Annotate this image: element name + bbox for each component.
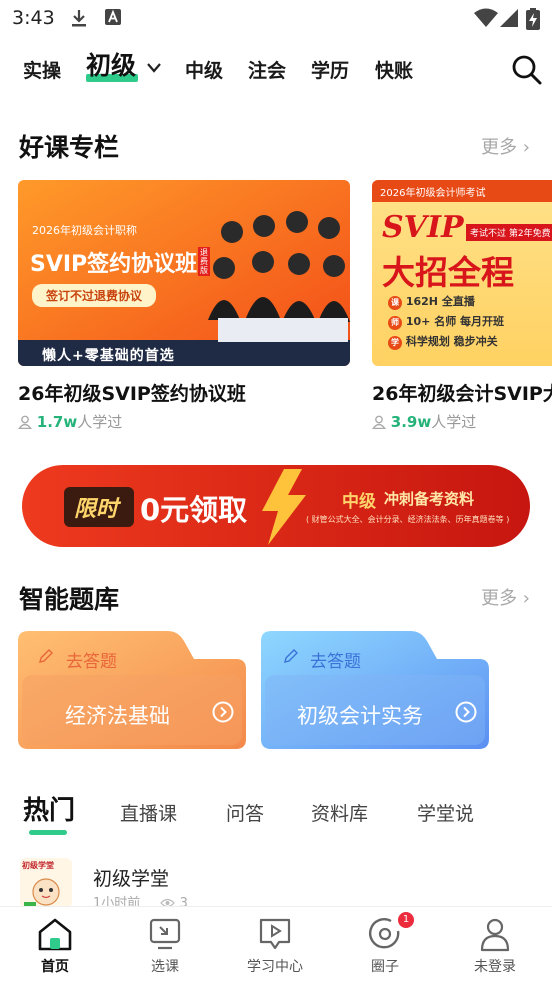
bottom-nav-circle[interactable]: 1 圈子 <box>330 907 440 983</box>
banner-feature-list: 课 162H 全直播 师 10+ 名师 每月开班 学 科学规划 稳步冲关 <box>388 292 504 352</box>
nav-item-kuaizhang[interactable]: 快账 <box>375 56 413 83</box>
course-title: 26年初级会计SVIP大招全程班 <box>372 383 552 405</box>
nav-item-zhuhui[interactable]: 注会 <box>248 56 286 83</box>
banner-headline: SVIP签约协议班 <box>30 252 198 277</box>
nav-item-zhongji[interactable]: 中级 <box>185 56 223 83</box>
pencil-icon <box>284 649 298 663</box>
course-learners: 3.9w人学过 <box>372 411 476 430</box>
pencil-icon <box>39 649 53 663</box>
tab-academy-talk[interactable]: 学堂说 <box>417 799 474 826</box>
user-icon <box>372 415 387 430</box>
banner-badge: 考试不过 第2年免费 <box>466 224 552 241</box>
banner-caption: 2026年初级会计师考试 <box>380 188 486 199</box>
search-icon[interactable] <box>511 54 543 86</box>
nav-item-xueli[interactable]: 学历 <box>311 56 349 83</box>
user-icon <box>17 415 33 430</box>
user-profile-icon <box>480 918 510 952</box>
download-icon <box>72 10 86 27</box>
promo-banner[interactable]: 限时 0元领取 中级 冲刺备考资料 ( 财管公式大全、会计分录、经济法法条、历年… <box>22 465 530 547</box>
arrow-circle-icon <box>212 701 234 723</box>
course-card[interactable]: 2026年初级会计师考试 SVIP 考试不过 第2年免费 大招全程 课 162H… <box>372 180 552 430</box>
question-bank-title: 智能题库 <box>19 585 120 614</box>
play-board-icon <box>259 918 291 950</box>
bottom-nav-study-center[interactable]: 学习中心 <box>220 907 330 983</box>
bottom-nav-label: 选课 <box>151 959 179 975</box>
status-bar: 3:43 <box>0 0 552 38</box>
wifi-icon <box>474 8 498 27</box>
quiz-card-economic-law[interactable]: 去答题 经济法基础 <box>18 631 246 749</box>
course-select-icon <box>149 918 181 950</box>
notification-badge: 1 <box>398 912 414 928</box>
top-category-nav: 实操 初级 中级 注会 学历 快账 <box>0 40 552 96</box>
promo-limited: 限时 <box>74 497 119 522</box>
bottom-nav-courses[interactable]: 选课 <box>110 907 220 983</box>
app-notification-icon <box>105 9 121 25</box>
bottom-nav-label: 圈子 <box>371 959 399 975</box>
status-time: 3:43 <box>12 7 55 29</box>
banner-caption: 2026年初级会计职称 <box>32 224 137 237</box>
arrow-circle-icon <box>455 701 477 723</box>
tab-live-courses[interactable]: 直播课 <box>120 799 177 826</box>
course-title: 26年初级SVIP签约协议班 <box>18 383 246 405</box>
bottom-nav-label: 首页 <box>41 959 69 975</box>
avatar-text: 初级学堂 <box>22 861 54 870</box>
battery-icon <box>526 8 540 30</box>
tab-active-underline <box>29 830 67 835</box>
banner-slogan: 懒人+零基础的首选 <box>42 348 175 364</box>
good-courses-more-link[interactable]: 更多 › <box>481 133 530 159</box>
nav-item-chuji[interactable]: 初级 <box>86 46 136 82</box>
quiz-tab-label: 去答题 <box>66 652 117 672</box>
tab-resources[interactable]: 资料库 <box>311 799 368 826</box>
chevron-down-icon[interactable] <box>146 62 162 74</box>
banner-headline-2: 大招全程 <box>382 253 514 292</box>
home-icon <box>38 918 72 951</box>
tab-hot[interactable]: 热门 <box>23 790 75 827</box>
bottom-nav-label: 未登录 <box>474 959 516 975</box>
quiz-name: 经济法基础 <box>65 704 170 728</box>
bottom-nav: 首页 选课 学习中心 1 圈子 未登录 <box>0 906 552 983</box>
feed-title: 初级学堂 <box>93 868 170 890</box>
bottom-nav-profile[interactable]: 未登录 <box>440 907 550 983</box>
course-banner: 2026年初级会计职称 SVIP签约协议班 退费版 签订不过退费协议 懒人+零基… <box>18 180 350 366</box>
quiz-card-accounting-practice[interactable]: 去答题 初级会计实务 <box>261 631 489 749</box>
avatar: 初级学堂 <box>20 858 72 908</box>
promo-offer: 0元领取 <box>140 493 248 527</box>
promo-level: 中级 <box>342 492 376 512</box>
nav-item-shicao[interactable]: 实操 <box>23 56 61 83</box>
promo-detail: ( 财管公式大全、会计分录、经济法法条、历年真题卷等 ) <box>306 515 510 524</box>
course-learners: 1.7w人学过 <box>17 411 122 432</box>
course-banner: 2026年初级会计师考试 SVIP 考试不过 第2年免费 大招全程 课 162H… <box>372 180 552 366</box>
bottom-nav-home[interactable]: 首页 <box>0 907 110 983</box>
content-tabs: 热门 直播课 问答 资料库 学堂说 <box>0 790 552 840</box>
signal-icon <box>500 9 518 27</box>
bottom-nav-label: 学习中心 <box>247 959 303 975</box>
feed-item[interactable]: 初级学堂 初级学堂 1小时前 3 <box>0 855 552 911</box>
banner-headline-1: SVIP <box>382 210 464 245</box>
good-courses-title: 好课专栏 <box>19 133 120 162</box>
banner-stamp: 退费版 <box>198 247 210 276</box>
question-bank-more-link[interactable]: 更多 › <box>481 584 530 610</box>
quiz-tab-label: 去答题 <box>310 652 361 672</box>
quiz-name: 初级会计实务 <box>297 704 423 728</box>
banner-tag: 签订不过退费协议 <box>32 284 157 307</box>
tab-qa[interactable]: 问答 <box>226 799 264 826</box>
promo-headline: 冲刺备考资料 <box>384 490 475 508</box>
